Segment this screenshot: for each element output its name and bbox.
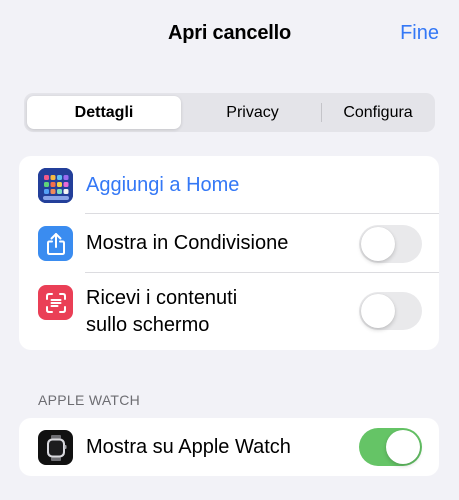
toggle-knob xyxy=(386,430,420,464)
tab-privacy[interactable]: Privacy xyxy=(184,96,321,129)
shortcut-details-screen: Apri cancello Fine Dettagli Privacy Conf… xyxy=(0,0,459,500)
apple-watch-group: Mostra su Apple Watch xyxy=(19,418,439,476)
receive-screen-content-toggle[interactable] xyxy=(359,292,422,330)
add-to-home-row[interactable]: Aggiungi a Home xyxy=(19,156,439,214)
add-to-home-label: Aggiungi a Home xyxy=(86,174,240,196)
apple-watch-section-header: APPLE WATCH xyxy=(38,392,141,408)
receive-screen-content-row: Ricevi i contenuti sullo schermo xyxy=(19,273,439,350)
toggle-knob xyxy=(361,227,395,261)
receive-screen-content-label: Ricevi i contenuti sullo schermo xyxy=(86,285,237,339)
screen-content-icon xyxy=(38,285,73,320)
show-on-apple-watch-toggle[interactable] xyxy=(359,428,422,466)
tab-dettagli[interactable]: Dettagli xyxy=(27,96,181,129)
share-icon xyxy=(38,226,73,261)
show-in-share-label: Mostra in Condivisione xyxy=(86,232,289,254)
tab-configura[interactable]: Configura xyxy=(324,96,432,129)
home-screen-grid-icon xyxy=(38,168,73,203)
show-in-share-row: Mostra in Condivisione xyxy=(19,214,439,273)
show-on-apple-watch-label: Mostra su Apple Watch xyxy=(86,436,291,458)
page-title: Apri cancello xyxy=(168,22,291,44)
details-group: Aggiungi a Home Mostra in Condivisione R… xyxy=(19,156,439,350)
segment-divider xyxy=(321,103,322,122)
navigation-bar: Apri cancello Fine xyxy=(0,0,459,70)
segmented-control: Dettagli Privacy Configura xyxy=(24,93,435,132)
done-button[interactable]: Fine xyxy=(400,22,439,45)
show-on-apple-watch-row: Mostra su Apple Watch xyxy=(19,418,439,476)
toggle-knob xyxy=(361,294,395,328)
receive-screen-label-line2: sullo schermo xyxy=(86,314,210,336)
show-in-share-toggle[interactable] xyxy=(359,225,422,263)
apple-watch-icon xyxy=(38,430,73,465)
receive-screen-label-line1: Ricevi i contenuti xyxy=(86,287,238,309)
